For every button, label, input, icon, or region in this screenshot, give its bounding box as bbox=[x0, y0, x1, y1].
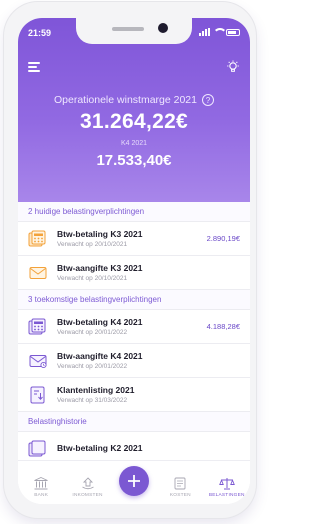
income-icon bbox=[81, 477, 94, 490]
item-title: Btw-betaling K4 2021 bbox=[57, 316, 143, 327]
status-icons bbox=[199, 28, 240, 36]
wifi-icon bbox=[213, 28, 227, 36]
declaration-envelope-icon bbox=[29, 354, 47, 368]
bottom-tab-bar: BANK INKOMSTEN KOSTEN BELASTINGEN bbox=[18, 460, 250, 504]
plus-icon bbox=[127, 475, 140, 487]
costs-icon bbox=[174, 477, 186, 490]
tab-add[interactable] bbox=[114, 466, 154, 498]
bank-icon bbox=[34, 477, 48, 490]
item-due-date: Verwacht op 20/10/2021 bbox=[57, 274, 128, 282]
signal-icon bbox=[199, 28, 210, 36]
client-listing-document-icon bbox=[30, 386, 45, 403]
item-due-date: Verwacht op 31/03/2022 bbox=[57, 396, 128, 404]
profit-header: 21:59 Operationele winstmarge 2021 ? 31.… bbox=[18, 18, 250, 202]
item-title: Klantenlisting 2021 bbox=[57, 384, 135, 395]
item-due-date: Verwacht op 20/10/2021 bbox=[57, 240, 128, 248]
quarter-label: K4 2021 bbox=[120, 140, 148, 147]
item-title: Btw-aangifte K3 2021 bbox=[57, 262, 143, 273]
speaker-grille bbox=[112, 27, 144, 31]
section-header-upcoming: 3 toekomstige belastingverplichtingen bbox=[18, 290, 250, 310]
tab-income[interactable]: INKOMSTEN bbox=[68, 477, 108, 498]
scales-icon bbox=[218, 478, 235, 490]
help-icon[interactable]: ? bbox=[202, 94, 214, 106]
app-screen: 21:59 Operationele winstmarge 2021 ? 31.… bbox=[18, 18, 250, 504]
tab-label: KOSTEN bbox=[169, 493, 191, 498]
front-camera bbox=[158, 23, 168, 33]
add-button[interactable] bbox=[118, 466, 149, 496]
quarter-amount: 17.533,40€ bbox=[96, 152, 172, 169]
item-due-date: Verwacht op 20/01/2022 bbox=[57, 328, 128, 336]
tab-label: BELASTINGEN bbox=[208, 493, 245, 498]
list-item[interactable]: Btw-betaling K4 2021 Verwacht op 20/01/2… bbox=[18, 310, 250, 344]
list-item[interactable]: Btw-aangifte K3 2021 Verwacht op 20/10/2… bbox=[18, 256, 250, 290]
section-header-current: 2 huidige belastingverplichtingen bbox=[18, 202, 250, 222]
battery-icon bbox=[226, 28, 240, 36]
item-amount: 4.188,28€ bbox=[206, 322, 240, 331]
device-notch bbox=[76, 18, 192, 44]
item-title: Btw-betaling K3 2021 bbox=[57, 228, 143, 239]
lightbulb-icon[interactable] bbox=[226, 60, 240, 74]
phone-frame: 21:59 Operationele winstmarge 2021 ? 31.… bbox=[4, 2, 256, 518]
profit-margin-amount: 31.264,22€ bbox=[79, 110, 189, 133]
item-due-date: Verwacht op 20/01/2022 bbox=[57, 362, 128, 370]
payment-calculator-icon bbox=[28, 440, 46, 456]
list-item[interactable]: Btw-betaling K3 2021 Verwacht op 20/10/2… bbox=[18, 222, 250, 256]
payment-calculator-icon bbox=[28, 318, 46, 334]
profit-margin-label: Operationele winstmarge 2021 ? bbox=[18, 94, 250, 106]
list-item[interactable]: Btw-aangifte K4 2021 Verwacht op 20/01/2… bbox=[18, 344, 250, 378]
tab-label: INKOMSTEN bbox=[72, 493, 103, 498]
declaration-envelope-icon bbox=[29, 266, 47, 279]
section-header-history: Belastinghistorie bbox=[18, 412, 250, 432]
profit-margin-title: Operationele winstmarge 2021 bbox=[53, 94, 197, 106]
menu-icon[interactable] bbox=[28, 62, 40, 72]
tab-label: BANK bbox=[34, 493, 49, 498]
tab-taxes[interactable]: BELASTINGEN bbox=[207, 477, 247, 498]
item-amount: 2.890,19€ bbox=[206, 234, 240, 243]
payment-calculator-icon bbox=[28, 230, 46, 246]
item-title: Btw-betaling K2 2021 bbox=[57, 443, 143, 453]
tab-bank[interactable]: BANK bbox=[21, 477, 61, 498]
tax-obligations-list: 2 huidige belastingverplichtingen Btw-be… bbox=[18, 202, 250, 466]
status-time: 21:59 bbox=[28, 28, 52, 38]
list-item[interactable]: Klantenlisting 2021 Verwacht op 31/03/20… bbox=[18, 378, 250, 412]
item-title: Btw-aangifte K4 2021 bbox=[57, 350, 143, 361]
tab-costs[interactable]: KOSTEN bbox=[160, 477, 200, 498]
